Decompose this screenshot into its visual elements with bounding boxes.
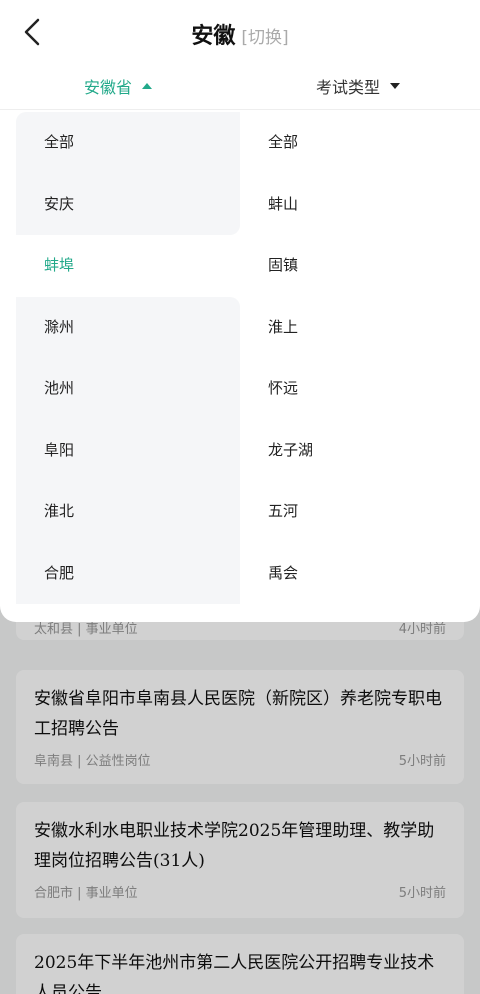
filter-bar: 安徽省 考试类型 — [0, 64, 480, 110]
caret-up-icon — [142, 83, 153, 89]
exam-type-filter[interactable]: 考试类型 — [316, 74, 401, 98]
city-option[interactable]: 滁州 — [16, 296, 240, 358]
city-option[interactable]: 阜阳 — [16, 419, 240, 481]
district-option[interactable]: 固镇 — [240, 235, 480, 297]
city-option-selected[interactable]: 蚌埠 — [16, 235, 240, 297]
district-option[interactable]: 禹会 — [240, 543, 480, 605]
city-list: 全部 安庆 蚌埠 滁州 池州 阜阳 淮北 合肥 — [16, 112, 240, 604]
province-filter[interactable]: 安徽省 — [84, 74, 153, 98]
district-option[interactable]: 五河 — [240, 481, 480, 543]
top-bar: 安徽 [切换] — [0, 0, 480, 64]
city-option[interactable]: 安庆 — [16, 173, 240, 235]
page-title: 安徽 — [191, 23, 236, 49]
district-option[interactable]: 龙子湖 — [240, 420, 480, 482]
district-option[interactable]: 怀远 — [240, 358, 480, 420]
caret-down-icon — [390, 83, 401, 89]
region-dropdown: 全部 安庆 蚌埠 滁州 池州 阜阳 淮北 合肥 全部 蚌山 固镇 淮上 怀远 龙… — [0, 110, 480, 622]
city-option[interactable]: 池州 — [16, 358, 240, 420]
district-option[interactable]: 淮上 — [240, 297, 480, 359]
city-option[interactable]: 全部 — [16, 112, 240, 174]
district-option[interactable]: 全部 — [240, 112, 480, 174]
district-option[interactable]: 蚌山 — [240, 174, 480, 236]
province-filter-label: 安徽省 — [84, 78, 133, 97]
city-option[interactable]: 淮北 — [16, 481, 240, 543]
district-list: 全部 蚌山 固镇 淮上 怀远 龙子湖 五河 禹会 — [240, 112, 480, 604]
city-option[interactable]: 合肥 — [16, 542, 240, 604]
switch-link[interactable]: [切换] — [241, 28, 288, 48]
exam-type-filter-label: 考试类型 — [316, 78, 381, 97]
